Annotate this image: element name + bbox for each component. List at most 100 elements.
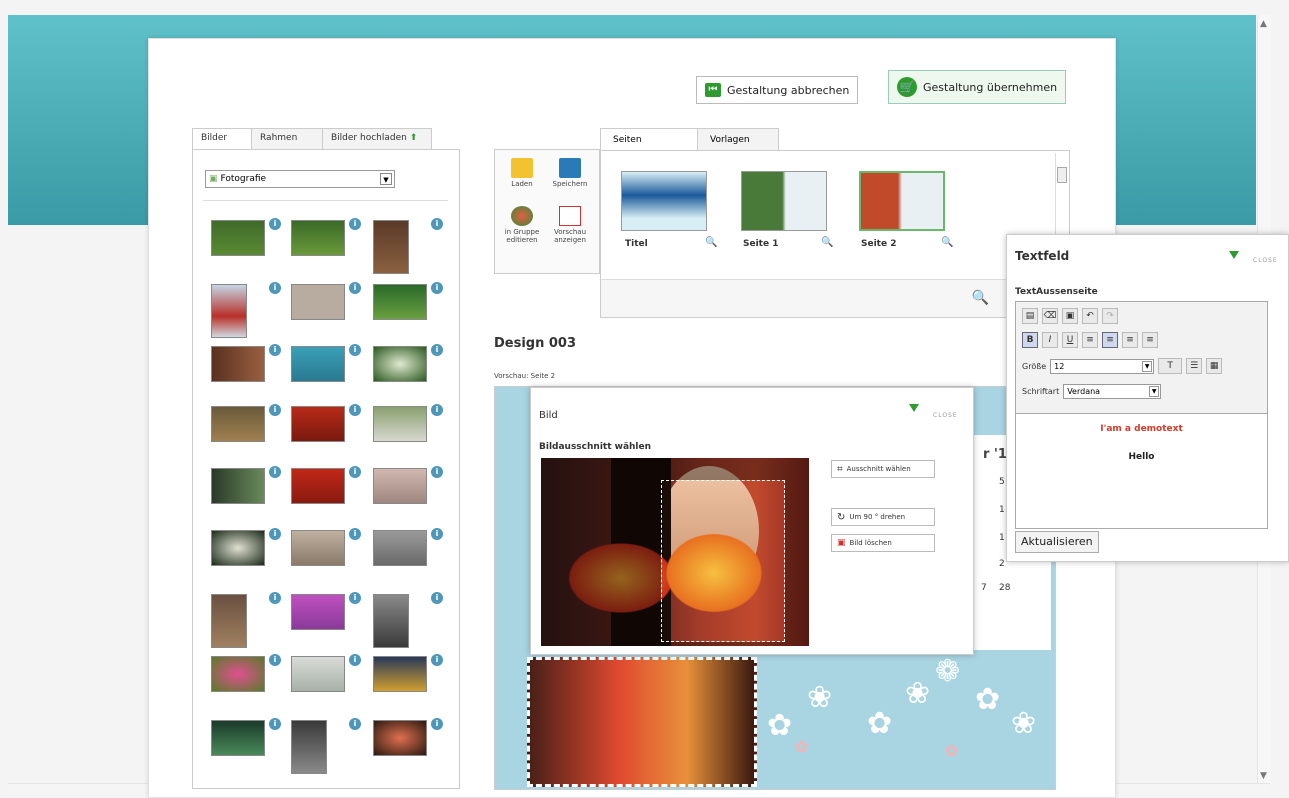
image-thumbnail[interactable]: i (373, 528, 443, 566)
crop-selection[interactable] (661, 480, 785, 642)
align-right-icon[interactable]: ≡ (1122, 332, 1138, 348)
info-icon[interactable]: i (431, 528, 443, 540)
source-icon[interactable]: ▤ (1022, 308, 1038, 324)
image-thumbnail[interactable]: i (373, 282, 443, 320)
info-icon[interactable]: i (349, 592, 361, 604)
image-thumbnail[interactable]: i (291, 718, 361, 774)
tab-bilder[interactable]: Bilder (192, 128, 252, 150)
image-thumbnail[interactable]: i (291, 466, 361, 504)
image-thumbnail[interactable]: i (291, 528, 361, 566)
image-icon[interactable]: ▣ (1062, 308, 1078, 324)
image-thumbnail[interactable]: i (291, 404, 361, 442)
cancel-design-button[interactable]: ⏮ Gestaltung abbrechen (696, 76, 859, 104)
image-thumbnail[interactable]: i (211, 282, 281, 338)
info-icon[interactable]: i (269, 218, 281, 230)
scroll-down-icon[interactable]: ▼ (1260, 771, 1267, 781)
info-icon[interactable]: i (349, 528, 361, 540)
crop-photo[interactable] (541, 458, 809, 646)
info-icon[interactable]: i (269, 466, 281, 478)
add-page-icon[interactable]: 🔍 (972, 290, 989, 306)
info-icon[interactable]: i (349, 282, 361, 294)
info-icon[interactable]: i (431, 592, 443, 604)
image-thumbnail[interactable]: i (291, 282, 361, 320)
download-icon[interactable] (1229, 251, 1239, 259)
update-button[interactable]: Aktualisieren (1015, 531, 1099, 553)
image-dialog-close[interactable]: CLOSE (933, 412, 958, 419)
align-left-icon[interactable]: ≡ (1082, 332, 1098, 348)
tab-rahmen[interactable]: Rahmen (251, 128, 323, 150)
image-thumbnail[interactable]: i (373, 654, 443, 692)
list-icon[interactable]: ☰ (1186, 358, 1203, 374)
info-icon[interactable]: i (431, 466, 443, 478)
preview-button[interactable]: Vorschau anzeigen (547, 206, 593, 244)
table-icon[interactable]: ▦ (1206, 358, 1223, 374)
image-thumbnail[interactable]: i (373, 466, 443, 504)
tab-bilder-hochladen[interactable]: Bilder hochladen ⬆ (322, 128, 432, 150)
zoom-icon[interactable]: 🔍 (941, 237, 953, 248)
image-thumbnail[interactable]: i (373, 344, 443, 382)
info-icon[interactable]: i (269, 592, 281, 604)
crop-select-button[interactable]: ⌗ Ausschnitt wählen (831, 460, 935, 478)
scroll-handle[interactable] (1057, 167, 1067, 183)
demo-text[interactable]: I'am a demotext (1016, 424, 1267, 434)
image-thumbnail[interactable]: i (211, 218, 281, 256)
info-icon[interactable]: i (349, 344, 361, 356)
info-icon[interactable]: i (269, 654, 281, 666)
info-icon[interactable]: i (431, 718, 443, 730)
info-icon[interactable]: i (431, 344, 443, 356)
italic-icon[interactable]: I (1042, 332, 1058, 348)
image-thumbnail[interactable]: i (211, 528, 281, 566)
download-icon[interactable] (909, 404, 919, 412)
delete-image-button[interactable]: ▣ Bild löschen (831, 534, 935, 552)
info-icon[interactable]: i (431, 654, 443, 666)
image-thumbnail[interactable]: i (211, 344, 281, 382)
info-icon[interactable]: i (349, 654, 361, 666)
scroll-up-icon[interactable]: ▲ (1260, 19, 1267, 29)
redo-icon[interactable]: ↷ (1102, 308, 1118, 324)
rotate-button[interactable]: ↻ Um 90 ° drehen (831, 508, 935, 526)
info-icon[interactable]: i (269, 528, 281, 540)
info-icon[interactable]: i (349, 404, 361, 416)
hello-text[interactable]: Hello (1016, 452, 1267, 462)
tab-vorlagen[interactable]: Vorlagen (697, 128, 779, 152)
apply-design-button[interactable]: 🛒 Gestaltung übernehmen (888, 70, 1067, 104)
photo-frame[interactable] (527, 657, 757, 787)
zoom-icon[interactable]: 🔍 (821, 237, 833, 248)
image-thumbnail[interactable]: i (291, 344, 361, 382)
font-size-select[interactable]: 12 ▼ (1050, 358, 1155, 374)
info-icon[interactable]: i (431, 404, 443, 416)
info-icon[interactable]: i (269, 718, 281, 730)
info-icon[interactable]: i (349, 718, 361, 730)
image-thumbnail[interactable]: i (291, 218, 361, 256)
image-thumbnail[interactable]: i (373, 718, 443, 756)
image-thumbnail[interactable]: i (211, 592, 281, 648)
info-icon[interactable]: i (269, 282, 281, 294)
textfield-dialog-close[interactable]: CLOSE (1253, 257, 1278, 264)
align-center-icon[interactable]: ≡ (1102, 332, 1118, 348)
category-select[interactable]: ▣ Fotografie ▼ (205, 170, 395, 188)
tab-seiten[interactable]: Seiten (600, 128, 698, 152)
info-icon[interactable]: i (431, 282, 443, 294)
align-justify-icon[interactable]: ≡ (1142, 332, 1158, 348)
eraser-icon[interactable]: ⌫ (1042, 308, 1058, 324)
image-thumbnail[interactable]: i (291, 654, 361, 692)
image-thumbnail[interactable]: i (211, 466, 281, 504)
page-item-titel[interactable]: Titel 🔍 (621, 171, 717, 249)
image-thumbnail[interactable]: i (211, 404, 281, 442)
info-icon[interactable]: i (269, 344, 281, 356)
page-item-seite-2[interactable]: Seite 2 🔍 (859, 171, 953, 249)
undo-icon[interactable]: ↶ (1082, 308, 1098, 324)
save-button[interactable]: Speichern (547, 158, 593, 188)
info-icon[interactable]: i (349, 466, 361, 478)
zoom-icon[interactable]: 🔍 (705, 237, 717, 248)
image-thumbnail[interactable]: i (373, 404, 443, 442)
text-color-icon[interactable]: T (1158, 358, 1183, 374)
load-button[interactable]: Laden (499, 158, 545, 188)
image-thumbnail[interactable]: i (373, 592, 443, 648)
font-family-select[interactable]: Verdana ▼ (1063, 384, 1162, 399)
image-thumbnail[interactable]: i (373, 218, 443, 274)
bold-icon[interactable]: B (1022, 332, 1038, 348)
underline-icon[interactable]: U (1062, 332, 1078, 348)
info-icon[interactable]: i (431, 218, 443, 230)
image-thumbnail[interactable]: i (291, 592, 361, 630)
